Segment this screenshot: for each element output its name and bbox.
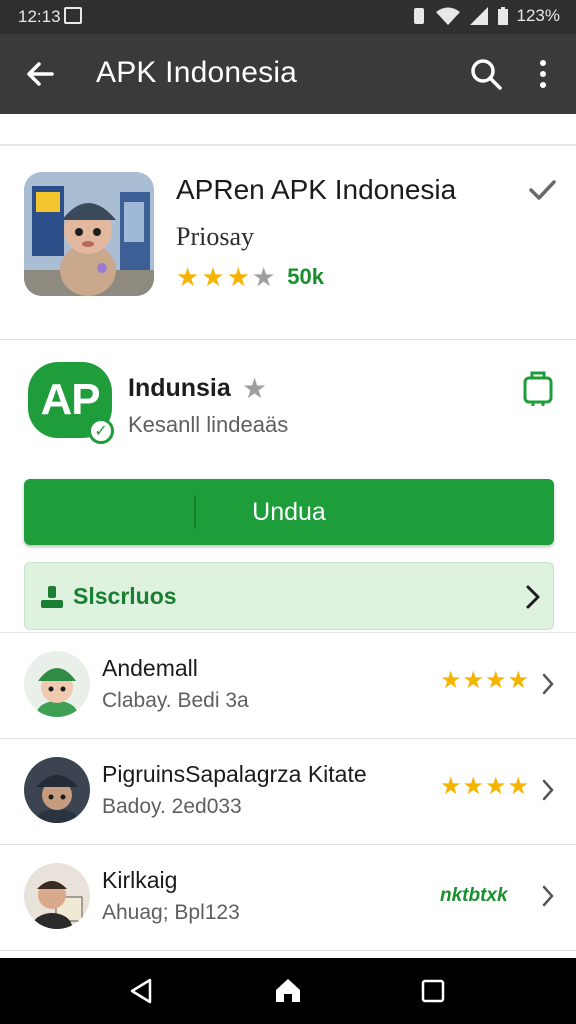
list-item-meta: Clabay. Bedi 3a bbox=[102, 689, 249, 712]
install-button-label: Undua bbox=[252, 497, 326, 526]
page-title: APK Indonesia bbox=[96, 56, 298, 89]
app-bar: APK Indonesia bbox=[0, 34, 576, 114]
star-icon: ★ bbox=[226, 262, 250, 292]
star-icon: ★ bbox=[440, 667, 462, 694]
list-item-rating: ★ ★ ★ ★ bbox=[440, 669, 529, 693]
battery-level: 123% bbox=[516, 6, 560, 25]
app-name: APRen APK Indonesia bbox=[176, 174, 457, 205]
star-icon: ★ bbox=[440, 773, 462, 800]
system-nav-bar bbox=[0, 958, 576, 1024]
developer-row: AP ✓ Indunsia ★ Kesanll lindeaäs bbox=[0, 340, 576, 460]
list-item-rating: ★ ★ ★ ★ bbox=[440, 775, 529, 799]
install-button[interactable]: Undua bbox=[24, 479, 554, 545]
app-publisher[interactable]: Priosay bbox=[176, 222, 254, 252]
list-item-meta: Ahuag; Bpl123 bbox=[102, 901, 240, 924]
list-item[interactable]: PigruinsSapalagrza Kitate Badoy. 2ed033 … bbox=[0, 739, 576, 845]
star-icon: ★ bbox=[485, 667, 507, 694]
app-thumbnail[interactable] bbox=[24, 172, 154, 296]
chevron-right-icon bbox=[542, 673, 554, 695]
list-item[interactable]: Andemall Clabay. Bedi 3a ★ ★ ★ ★ bbox=[0, 633, 576, 739]
gallery-icon bbox=[64, 7, 82, 24]
avatar bbox=[24, 651, 90, 717]
nav-recents-icon[interactable] bbox=[420, 978, 446, 1004]
chevron-right-icon bbox=[542, 885, 554, 907]
list-item-title: Kirlkaig bbox=[102, 867, 178, 893]
avatar bbox=[24, 757, 90, 823]
star-icon: ★ bbox=[242, 373, 268, 404]
check-icon bbox=[529, 180, 556, 200]
divider-band bbox=[0, 114, 576, 146]
list-item-tag: nktbtxk bbox=[440, 885, 508, 906]
nav-back-icon[interactable] bbox=[126, 976, 156, 1006]
developer-subtitle: Kesanll lindeaäs bbox=[128, 412, 289, 437]
status-icons: 123% bbox=[411, 6, 560, 26]
battery-icon bbox=[497, 7, 508, 25]
star-icon: ★ bbox=[507, 667, 530, 694]
app-thumbnail-art bbox=[24, 172, 154, 296]
star-icon: ★ bbox=[462, 773, 485, 800]
nav-home-icon[interactable] bbox=[272, 974, 304, 1006]
chevron-right-icon bbox=[526, 585, 540, 609]
star-icon: ★ bbox=[507, 773, 530, 800]
list-item-title: PigruinsSapalagrza Kitate bbox=[102, 761, 367, 787]
subscribe-bar[interactable]: Slscrluos bbox=[24, 562, 554, 630]
subscribe-label: Slscrluos bbox=[73, 583, 177, 609]
developer-name[interactable]: Indunsia bbox=[128, 374, 231, 403]
back-arrow-icon[interactable] bbox=[22, 56, 58, 92]
status-bar: 12:13 123% bbox=[0, 0, 576, 34]
star-icon: ★ bbox=[485, 773, 507, 800]
bookmark-icon[interactable] bbox=[520, 370, 556, 408]
list-item-meta: Badoy. 2ed033 bbox=[102, 795, 242, 818]
button-divider bbox=[194, 495, 196, 529]
person-icon bbox=[41, 586, 63, 608]
app-rating: ★ ★ ★ ★ 50k bbox=[176, 264, 324, 290]
verified-check-icon: ✓ bbox=[88, 418, 114, 444]
list-item-title: Andemall bbox=[102, 655, 198, 681]
wifi-icon bbox=[435, 7, 460, 25]
star-icon: ★ bbox=[201, 262, 225, 292]
vibrate-icon bbox=[413, 8, 424, 24]
star-icon: ★ bbox=[176, 262, 200, 292]
search-icon[interactable] bbox=[468, 56, 504, 92]
status-time: 12:13 bbox=[18, 7, 61, 26]
list-item[interactable]: Kirlkaig Ahuag; Bpl123 nktbtxk bbox=[0, 845, 576, 951]
star-icon: ★ bbox=[251, 262, 276, 292]
signal-icon bbox=[469, 7, 488, 25]
avatar bbox=[24, 863, 90, 929]
star-icon: ★ bbox=[462, 667, 485, 694]
app-header: APRen APK Indonesia Priosay ★ ★ ★ ★ 50k bbox=[0, 146, 576, 340]
related-list: Andemall Clabay. Bedi 3a ★ ★ ★ ★ Pigruin… bbox=[0, 632, 576, 958]
chevron-right-icon bbox=[542, 779, 554, 801]
more-vert-icon[interactable] bbox=[528, 56, 558, 92]
review-count: 50k bbox=[287, 264, 324, 289]
